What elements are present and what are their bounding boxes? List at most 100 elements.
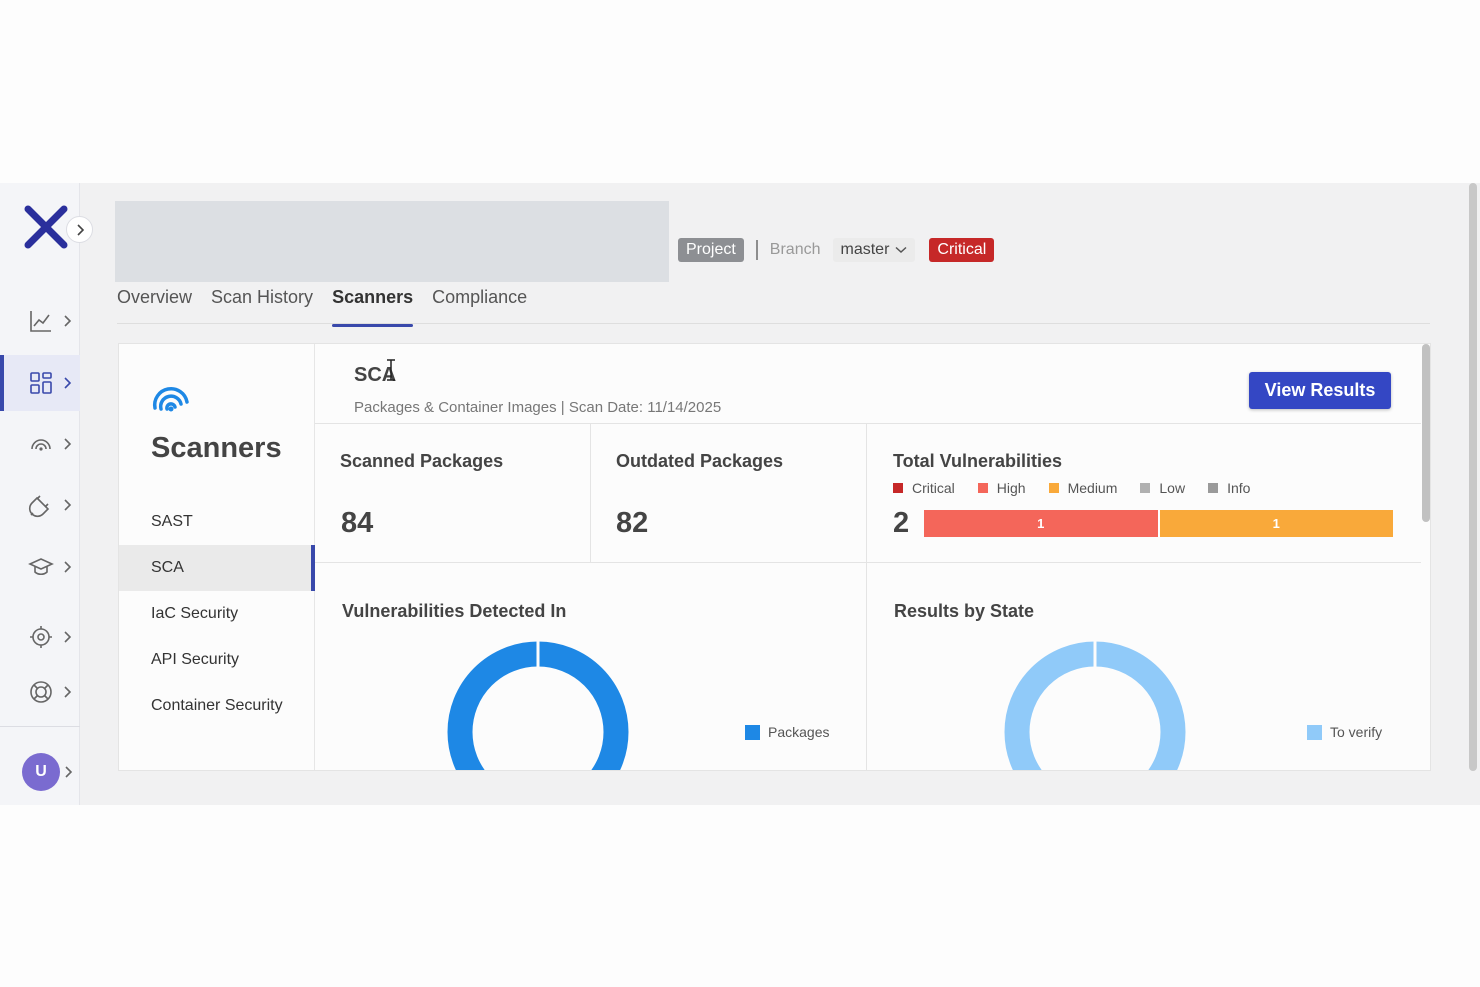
total-vulnerabilities-label: Total Vulnerabilities [893, 451, 1063, 471]
scanned-packages-label: Scanned Packages [340, 451, 504, 471]
legend-swatch [1048, 483, 1059, 493]
line-chart-icon [30, 311, 51, 332]
app-window: U Project Branch master Critical Overvie… [0, 183, 1480, 805]
divider [315, 562, 1421, 563]
text-cursor-icon [387, 359, 395, 381]
branch-value: master [840, 241, 890, 258]
graduation-cap-icon [28, 558, 54, 576]
lifebuoy-icon [30, 681, 52, 703]
tabs-divider [117, 323, 1430, 324]
user-avatar[interactable]: U [22, 753, 60, 791]
dashboard-grid-icon [30, 372, 52, 394]
sidebar-item-container-security[interactable]: Container Security [119, 683, 315, 729]
results-by-state-donut [1004, 641, 1186, 771]
sidebar-item-sca[interactable]: SCA [119, 545, 315, 591]
left-rail: U [0, 183, 93, 805]
scanners-sidebar: Scanners SAST SCA IaC Security API Secur… [119, 344, 315, 770]
gear-icon [30, 626, 52, 648]
donut-slice-packages[interactable] [447, 641, 629, 771]
chevron-right-icon [64, 686, 72, 698]
sidebar-item-sast[interactable]: SAST [119, 499, 315, 545]
legend-label: Packages [768, 724, 830, 740]
avatar-initial: U [35, 763, 47, 780]
plug-icon [28, 495, 50, 518]
divider [866, 423, 867, 770]
card-scrollbar[interactable] [1422, 344, 1430, 522]
chevron-right-icon [64, 561, 72, 573]
scanner-content: SCA Packages & Container Images | Scan D… [315, 344, 1421, 771]
rail-item-applications[interactable] [0, 355, 80, 411]
project-tag: Project [678, 238, 744, 262]
scanner-subtitle: Packages & Container Images | Scan Date:… [354, 399, 722, 416]
rail-item-analytics[interactable] [0, 293, 80, 349]
legend-label: Critical [912, 480, 955, 496]
divider [315, 423, 1421, 424]
detected-in-title: Vulnerabilities Detected In [342, 601, 567, 621]
results-by-state-title: Results by State [894, 601, 1035, 621]
detected-in-donut [447, 641, 629, 771]
chevron-right-icon [64, 499, 72, 511]
legend-item: Info [1208, 480, 1250, 496]
legend-item: High [977, 480, 1026, 496]
scanners-card: Scanners SAST SCA IaC Security API Secur… [118, 343, 1431, 771]
project-name-redacted [115, 201, 669, 282]
outdated-packages-label: Outdated Packages [616, 451, 784, 471]
tab-scan-history[interactable]: Scan History [211, 287, 313, 325]
chevron-right-icon [64, 315, 72, 327]
legend-label: To verify [1330, 724, 1383, 740]
chevron-right-icon [64, 631, 72, 643]
outdated-packages-value: 82 [616, 507, 649, 539]
chevron-right-icon[interactable] [63, 766, 73, 778]
rail-item-scanners[interactable] [0, 416, 80, 472]
legend-swatch [977, 483, 988, 493]
severity-legend: Critical High Medium Low Info [893, 480, 1273, 496]
chevron-down-icon [895, 246, 907, 254]
legend-swatch [893, 483, 903, 493]
chevron-right-icon [64, 438, 72, 450]
donut-slice-to-verify[interactable] [1004, 641, 1186, 771]
tab-compliance[interactable]: Compliance [432, 287, 527, 325]
legend-label: Medium [1067, 480, 1118, 496]
chevron-right-icon [64, 377, 72, 389]
legend-item: Low [1140, 480, 1185, 496]
total-vulnerabilities-value: 2 [893, 507, 910, 539]
page-scrollbar[interactable] [1469, 183, 1477, 771]
results-by-state-legend: To verify [1307, 724, 1382, 740]
rail-divider [0, 726, 80, 727]
rail-item-integrations[interactable] [0, 477, 80, 533]
rail-item-support[interactable] [0, 664, 80, 720]
sidebar-item-api-security[interactable]: API Security [119, 637, 315, 683]
tab-overview[interactable]: Overview [117, 287, 192, 325]
app-logo[interactable] [24, 205, 68, 249]
header-separator [755, 240, 758, 260]
severity-bar: 1 1 [924, 510, 1393, 537]
rail-item-learning[interactable] [0, 539, 80, 595]
legend-label: Low [1159, 480, 1186, 496]
legend-swatch [1140, 483, 1151, 493]
risk-badge: Critical [929, 238, 995, 262]
legend-label: Info [1227, 480, 1251, 496]
branch-label: Branch [769, 241, 821, 258]
project-header: Project Branch master Critical [678, 237, 995, 263]
scanned-packages-value: 84 [341, 507, 374, 539]
rail-item-settings[interactable] [0, 609, 80, 665]
sidebar-title: Scanners [151, 432, 282, 464]
severity-segment-medium[interactable]: 1 [1157, 510, 1393, 537]
legend-swatch [745, 724, 760, 740]
radar-icon [152, 386, 189, 412]
severity-segment-high[interactable]: 1 [924, 510, 1158, 537]
detected-in-legend: Packages [745, 724, 829, 740]
legend-swatch [1208, 483, 1219, 493]
sidebar-item-iac-security[interactable]: IaC Security [119, 591, 315, 637]
expand-rail-button[interactable] [66, 216, 93, 243]
legend-item: Critical [893, 480, 955, 496]
tab-scanners[interactable]: Scanners [332, 287, 414, 327]
radar-icon [31, 439, 51, 451]
branch-select[interactable]: master [832, 238, 916, 262]
legend-swatch [1307, 724, 1322, 740]
view-results-button[interactable]: View Results [1249, 372, 1391, 409]
chevron-right-icon [76, 223, 84, 236]
legend-label: High [996, 480, 1026, 496]
divider [590, 423, 591, 563]
tab-bar: Overview Scan History Scanners Complianc… [117, 287, 527, 327]
